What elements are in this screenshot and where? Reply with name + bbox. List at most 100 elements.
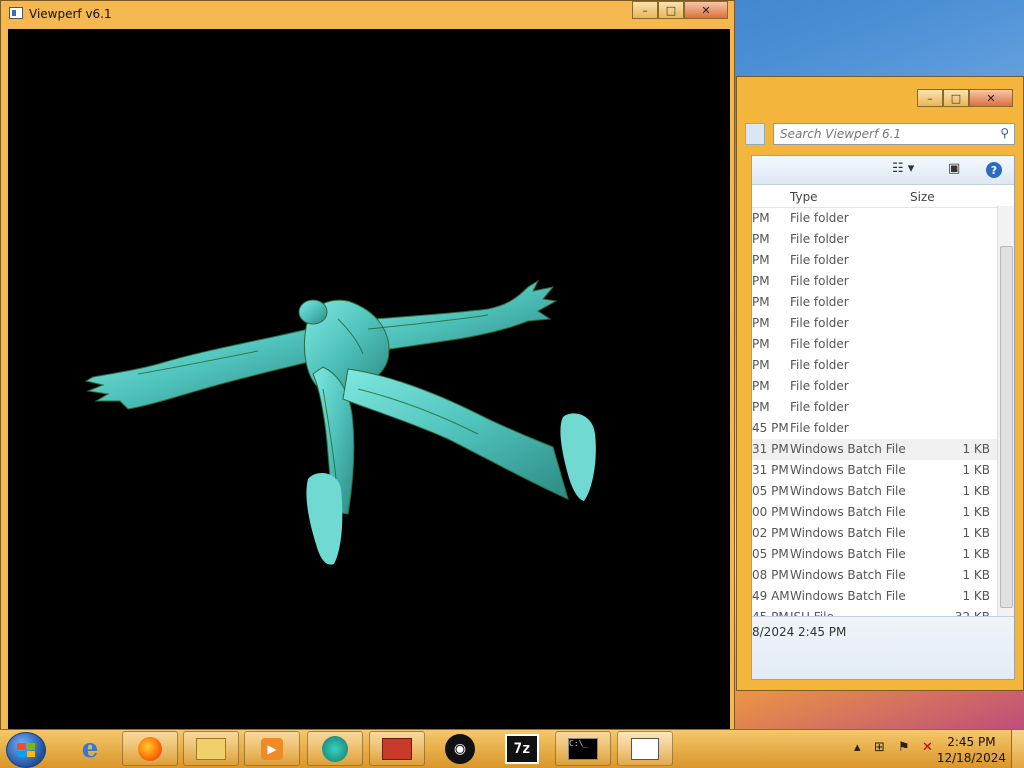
file-modified-time: 00 PM — [752, 505, 789, 519]
file-type: Windows Batch File — [790, 526, 906, 540]
explorer-window[interactable]: – □ ✕ Search Viewperf 6.1 ⚲ ☷ ▾ ▣ ? Type… — [736, 76, 1024, 691]
volume-muted-icon[interactable]: ✕ — [922, 740, 933, 755]
file-modified-time: PM — [752, 232, 770, 246]
file-row[interactable]: PM File folder — [752, 271, 1014, 292]
file-type: File folder — [790, 379, 849, 393]
file-modified-time: 05 PM — [752, 547, 789, 561]
file-row[interactable]: PM File folder — [752, 208, 1014, 229]
file-row[interactable]: 08 PM Windows Batch File 1 KB — [752, 565, 1014, 586]
file-row[interactable]: 31 PM Windows Batch File 1 KB — [752, 439, 1014, 460]
vertical-scrollbar[interactable] — [997, 206, 1014, 617]
file-type: Windows Batch File — [790, 589, 906, 603]
close-button[interactable]: ✕ — [684, 1, 728, 19]
file-row[interactable]: 00 PM Windows Batch File 1 KB — [752, 502, 1014, 523]
maximize-button[interactable]: □ — [658, 1, 684, 19]
viewperf-window[interactable]: Viewperf v6.1 – □ ✕ — [0, 0, 735, 731]
render-viewport[interactable] — [8, 29, 730, 731]
show-hidden-icons[interactable]: ▴ — [854, 740, 861, 755]
file-type: Windows Batch File — [790, 484, 906, 498]
file-row[interactable]: PM File folder — [752, 376, 1014, 397]
scrollbar-thumb[interactable] — [1000, 246, 1013, 608]
explorer-toolbar: ☷ ▾ ▣ ? — [752, 156, 1014, 185]
file-row[interactable]: PM File folder — [752, 397, 1014, 418]
firefox-taskbar-icon[interactable] — [122, 731, 178, 766]
network-icon[interactable]: ⊞ — [874, 740, 885, 755]
file-size: 1 KB — [962, 463, 990, 477]
github-taskbar-icon[interactable]: ◉ — [432, 731, 488, 766]
file-row[interactable]: PM File folder — [752, 292, 1014, 313]
minimize-button[interactable]: – — [632, 1, 658, 19]
file-size: 1 KB — [962, 505, 990, 519]
toolbox-taskbar-icon[interactable] — [369, 731, 425, 766]
file-explorer-taskbar-icon[interactable] — [183, 731, 239, 766]
start-button[interactable] — [6, 732, 46, 768]
action-center-flag-icon[interactable]: ⚑ — [898, 740, 910, 755]
windows-logo-icon — [17, 743, 35, 757]
file-type: File folder — [790, 211, 849, 225]
file-row[interactable]: PM File folder — [752, 229, 1014, 250]
column-header-size[interactable]: Size — [910, 190, 935, 204]
file-row[interactable]: 45 PM File folder — [752, 418, 1014, 439]
app-launcher-taskbar-icon[interactable] — [307, 731, 363, 766]
file-size: 1 KB — [962, 526, 990, 540]
search-icon[interactable]: ⚲ — [1000, 126, 1009, 140]
address-bar-stub[interactable] — [745, 123, 765, 145]
file-modified-time: PM — [752, 316, 770, 330]
file-type: File folder — [790, 274, 849, 288]
clock-time: 2:45 PM — [947, 735, 996, 749]
file-row[interactable]: PM File folder — [752, 334, 1014, 355]
file-modified-time: 02 PM — [752, 526, 789, 540]
file-type: File folder — [790, 337, 849, 351]
viewperf-window-controls: – □ ✕ — [632, 1, 728, 19]
file-modified-time: 45 PM — [752, 421, 789, 435]
file-row[interactable]: PM File folder — [752, 355, 1014, 376]
column-header-type[interactable]: Type — [790, 190, 818, 204]
file-type: File folder — [790, 316, 849, 330]
viewperf-app-icon — [9, 7, 23, 19]
preview-pane-icon[interactable]: ▣ — [948, 161, 960, 176]
file-modified-time: PM — [752, 295, 770, 309]
file-row[interactable]: 02 PM Windows Batch File 1 KB — [752, 523, 1014, 544]
file-type: File folder — [790, 253, 849, 267]
file-list-panel: ☷ ▾ ▣ ? Type Size PM File folder PM File fo… — [751, 155, 1015, 680]
file-modified-time: PM — [752, 274, 770, 288]
close-button[interactable]: ✕ — [969, 89, 1013, 107]
file-size: 1 KB — [962, 484, 990, 498]
file-type: Windows Batch File — [790, 463, 906, 477]
file-row[interactable]: 49 AM Windows Batch File 1 KB — [752, 586, 1014, 607]
clock[interactable]: 2:45 PM 12/18/2024 — [937, 734, 1006, 766]
file-modified-time: PM — [752, 379, 770, 393]
help-icon[interactable]: ? — [986, 162, 1002, 178]
media-player-taskbar-icon[interactable]: ▶ — [244, 731, 300, 766]
command-prompt-taskbar-icon[interactable]: C:\_ — [555, 731, 611, 766]
file-row[interactable]: PM File folder — [752, 313, 1014, 334]
file-row[interactable]: 05 PM Windows Batch File 1 KB — [752, 544, 1014, 565]
maximize-button[interactable]: □ — [943, 89, 969, 107]
file-modified-time: 49 AM — [752, 589, 790, 603]
7zip-taskbar-icon[interactable]: 7z — [494, 731, 550, 766]
file-type: File folder — [790, 295, 849, 309]
file-modified-time: PM — [752, 253, 770, 267]
file-modified-time: 08 PM — [752, 568, 789, 582]
file-row[interactable]: 31 PM Windows Batch File 1 KB — [752, 460, 1014, 481]
file-size: 1 KB — [962, 442, 990, 456]
internet-explorer-taskbar-icon[interactable]: e — [62, 731, 118, 766]
minimize-button[interactable]: – — [917, 89, 943, 107]
file-type: Windows Batch File — [790, 547, 906, 561]
file-type: File folder — [790, 421, 849, 435]
show-desktop-button[interactable] — [1011, 730, 1024, 768]
file-modified-time: 31 PM — [752, 463, 789, 477]
details-modified: 8/2024 2:45 PM — [752, 625, 847, 639]
viewperf-taskbar-icon[interactable] — [617, 731, 673, 766]
taskbar: e ▶ ◉ 7z C:\_ ▴ ⊞ ⚑ ✕ 2:45 PM 12/18/2024 — [0, 729, 1024, 768]
file-modified-time: PM — [752, 337, 770, 351]
window-title: Viewperf v6.1 — [29, 7, 112, 21]
file-list: PM File folder PM File folder PM File folder P… — [752, 208, 1014, 628]
search-input[interactable]: Search Viewperf 6.1 ⚲ — [773, 123, 1015, 145]
file-type: File folder — [790, 400, 849, 414]
file-row[interactable]: 05 PM Windows Batch File 1 KB — [752, 481, 1014, 502]
view-options-icon[interactable]: ☷ ▾ — [892, 161, 914, 176]
file-modified-time: PM — [752, 211, 770, 225]
file-row[interactable]: PM File folder — [752, 250, 1014, 271]
clock-date: 12/18/2024 — [936, 751, 1006, 765]
